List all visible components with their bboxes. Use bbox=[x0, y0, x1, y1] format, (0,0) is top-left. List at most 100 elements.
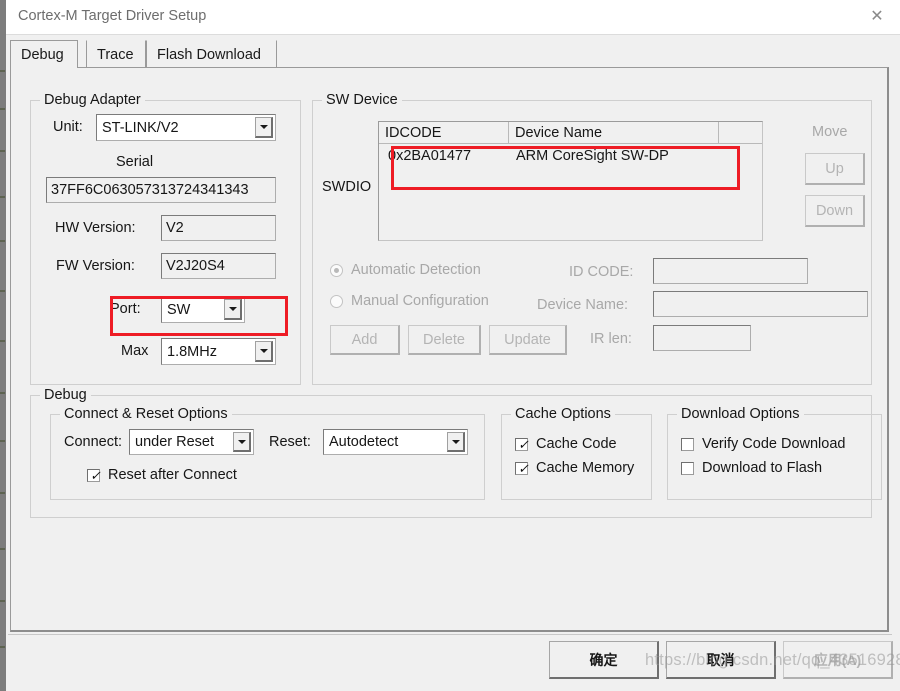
checkbox-icon-checked: ✓ bbox=[87, 468, 101, 482]
serial-label: Serial bbox=[116, 154, 154, 170]
debug-tab-panel: Debug Adapter Unit: ST-LINK/V2 Serial 37… bbox=[10, 67, 889, 632]
sw-device-group: SW Device SWDIO IDCODE Device Name 0x2BA… bbox=[312, 92, 872, 385]
automatic-detection-radio[interactable]: Automatic Detection bbox=[330, 262, 481, 278]
delete-button[interactable]: Delete bbox=[408, 325, 481, 355]
unit-label: Unit: bbox=[53, 119, 83, 135]
port-dropdown-button[interactable] bbox=[224, 299, 242, 320]
window-title: Cortex-M Target Driver Setup bbox=[18, 8, 207, 24]
serial-field[interactable]: 37FF6C063057313724341343 bbox=[46, 177, 276, 203]
tab-flash-download[interactable]: Flash Download bbox=[146, 40, 277, 68]
manual-configuration-radio[interactable]: Manual Configuration bbox=[330, 293, 489, 309]
automatic-detection-label: Automatic Detection bbox=[351, 262, 481, 278]
chevron-down-icon bbox=[259, 349, 268, 353]
debug-legend: Debug bbox=[40, 387, 91, 403]
swdio-label: SWDIO bbox=[322, 179, 372, 195]
cell-device-name: ARM CoreSight SW-DP bbox=[516, 148, 669, 164]
move-up-button[interactable]: Up bbox=[805, 153, 865, 185]
left-edge-strip bbox=[0, 0, 6, 691]
apply-label: 应用(A) bbox=[813, 651, 862, 668]
cache-memory-checkbox[interactable]: ✓ Cache Memory bbox=[515, 460, 634, 476]
radio-icon-unselected bbox=[330, 294, 343, 308]
cancel-button[interactable]: 取消 bbox=[666, 641, 776, 679]
cancel-label: 取消 bbox=[706, 651, 735, 668]
cortex-m-target-driver-setup-dialog: Cortex-M Target Driver Setup ✕ Debug Tra… bbox=[0, 0, 900, 691]
tab-strip: Debug Trace Flash Download bbox=[10, 40, 890, 68]
table-row[interactable]: 0x2BA01477 ARM CoreSight SW-DP bbox=[380, 145, 762, 167]
download-to-flash-label: Download to Flash bbox=[702, 460, 823, 476]
reset-value: Autodetect bbox=[329, 434, 399, 450]
reset-after-connect-checkbox[interactable]: ✓ Reset after Connect bbox=[87, 467, 237, 483]
verify-code-download-label: Verify Code Download bbox=[702, 436, 846, 452]
connect-value: under Reset bbox=[135, 434, 214, 450]
column-header-extra bbox=[719, 122, 764, 143]
hw-version-label: HW Version: bbox=[55, 220, 136, 236]
tab-trace-label: Trace bbox=[97, 46, 134, 63]
fw-version-field[interactable]: V2J20S4 bbox=[161, 253, 276, 279]
max-clock-value: 1.8MHz bbox=[167, 343, 217, 360]
chevron-down-icon bbox=[451, 439, 460, 444]
move-down-button[interactable]: Down bbox=[805, 195, 865, 227]
id-code-field[interactable] bbox=[653, 258, 808, 284]
debug-group: Debug Connect & Reset Options Connect: u… bbox=[30, 387, 882, 518]
connect-combobox[interactable]: under Reset bbox=[129, 429, 254, 455]
max-label: Max bbox=[121, 343, 149, 359]
checkbox-icon-unchecked bbox=[681, 461, 694, 475]
verify-code-download-checkbox[interactable]: Verify Code Download bbox=[681, 436, 845, 452]
close-button[interactable]: ✕ bbox=[854, 0, 900, 33]
reset-after-connect-label: Reset after Connect bbox=[108, 467, 237, 483]
radio-icon-selected bbox=[330, 263, 343, 277]
sw-device-list[interactable]: IDCODE Device Name 0x2BA01477 ARM CoreSi… bbox=[378, 121, 763, 241]
ir-len-label: IR len: bbox=[590, 331, 632, 347]
ok-button[interactable]: 确定 bbox=[549, 641, 659, 679]
port-combobox[interactable]: SW bbox=[161, 296, 245, 323]
sw-device-list-header: IDCODE Device Name bbox=[379, 122, 762, 144]
unit-combobox[interactable]: ST-LINK/V2 bbox=[96, 114, 276, 141]
device-name-label: Device Name: bbox=[537, 297, 629, 313]
manual-configuration-label: Manual Configuration bbox=[351, 293, 489, 309]
update-button[interactable]: Update bbox=[489, 325, 567, 355]
cache-memory-label: Cache Memory bbox=[536, 460, 635, 476]
connect-label: Connect: bbox=[64, 434, 123, 450]
reset-label: Reset: bbox=[269, 434, 311, 450]
add-label: Add bbox=[351, 331, 378, 348]
cache-code-checkbox[interactable]: ✓ Cache Code bbox=[515, 436, 617, 452]
reset-dropdown-button[interactable] bbox=[447, 432, 465, 452]
apply-button[interactable]: 应用(A) bbox=[783, 641, 893, 679]
tab-trace[interactable]: Trace bbox=[86, 40, 146, 68]
tab-flash-download-label: Flash Download bbox=[157, 46, 261, 63]
debug-adapter-legend: Debug Adapter bbox=[40, 92, 145, 108]
cache-options-group: Cache Options ✓ Cache Code ✓ Cache Memor… bbox=[501, 406, 652, 500]
unit-value: ST-LINK/V2 bbox=[102, 119, 179, 136]
move-up-label: Up bbox=[825, 160, 844, 177]
max-clock-combobox[interactable]: 1.8MHz bbox=[161, 338, 276, 365]
checkbox-icon-checked: ✓ bbox=[515, 437, 529, 451]
cache-code-label: Cache Code bbox=[536, 436, 617, 452]
tab-debug-label: Debug bbox=[21, 46, 64, 63]
connect-reset-options-group: Connect & Reset Options Connect: under R… bbox=[50, 406, 485, 500]
move-label: Move bbox=[812, 124, 848, 140]
tab-debug[interactable]: Debug bbox=[10, 40, 78, 68]
ir-len-field[interactable] bbox=[653, 325, 751, 351]
title-bar: Cortex-M Target Driver Setup ✕ bbox=[6, 0, 900, 35]
close-icon: ✕ bbox=[870, 7, 884, 25]
chevron-down-icon bbox=[259, 125, 268, 129]
connect-reset-options-legend: Connect & Reset Options bbox=[60, 406, 232, 422]
checkbox-icon-checked: ✓ bbox=[515, 461, 529, 475]
ok-label: 确定 bbox=[589, 651, 618, 668]
add-button[interactable]: Add bbox=[330, 325, 400, 355]
port-label: Port: bbox=[110, 301, 141, 317]
update-label: Update bbox=[504, 331, 551, 348]
hw-version-field[interactable]: V2 bbox=[161, 215, 276, 241]
reset-combobox[interactable]: Autodetect bbox=[323, 429, 468, 455]
unit-dropdown-button[interactable] bbox=[255, 117, 273, 138]
sw-device-legend: SW Device bbox=[322, 92, 402, 108]
footer-divider bbox=[8, 634, 892, 635]
port-value: SW bbox=[167, 301, 191, 318]
fw-version-label: FW Version: bbox=[56, 258, 135, 274]
connect-dropdown-button[interactable] bbox=[233, 432, 251, 452]
download-to-flash-checkbox[interactable]: Download to Flash bbox=[681, 460, 822, 476]
device-name-field[interactable] bbox=[653, 291, 868, 317]
delete-label: Delete bbox=[423, 331, 465, 348]
id-code-label: ID CODE: bbox=[569, 264, 634, 280]
max-clock-dropdown-button[interactable] bbox=[255, 341, 273, 362]
